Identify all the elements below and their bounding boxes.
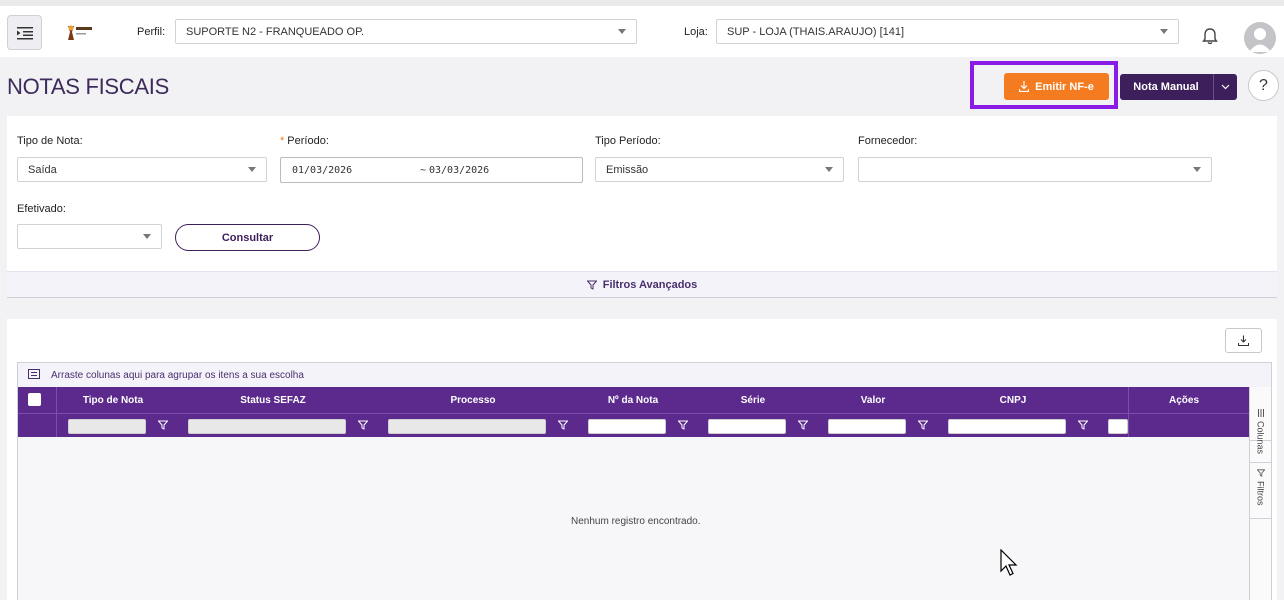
column-divider (1128, 387, 1129, 437)
fornecedor-label-text: Fornecedor (858, 135, 915, 147)
loja-value: SUP - LOJA (THAIS.ARAUJO) [141] (727, 26, 905, 38)
top-bar: Perfil: SUPORTE N2 - FRANQUEADO OP. Loja… (0, 0, 1284, 57)
column-header-valor[interactable]: Valor (818, 387, 928, 413)
column-header-status-sefaz[interactable]: Status SEFAZ (178, 387, 368, 413)
grid-filter-row (18, 413, 1249, 437)
tipo-periodo-select[interactable]: Emissão (595, 157, 844, 182)
filter-input-tipo-nota[interactable] (68, 419, 146, 434)
tipo-nota-label: Tipo de Nota: (17, 135, 83, 147)
tipo-nota-select[interactable]: Saída (17, 157, 267, 182)
filter-icon (586, 280, 597, 290)
column-divider (56, 387, 57, 437)
required-marker: * (280, 135, 285, 147)
bell-icon[interactable] (1202, 28, 1218, 48)
filter-input-cnpj[interactable] (948, 419, 1066, 434)
filter-input-numero-nota[interactable] (588, 419, 666, 434)
columns-tool-tab-label[interactable]: Colunas (1250, 387, 1271, 463)
filter-input-serie[interactable] (708, 419, 786, 434)
filter-icon[interactable] (358, 420, 368, 430)
periodo-date-range[interactable]: 01/03/2026 ~ 03/03/2026 (280, 157, 583, 183)
perfil-label: Perfil: (137, 26, 166, 38)
group-panel[interactable]: Arraste colunas aqui para agrupar os ite… (18, 363, 1271, 387)
mouse-cursor-icon (1000, 549, 1018, 576)
perfil-select[interactable]: SUPORTE N2 - FRANQUEADO OP. (175, 19, 637, 44)
filter-icon (1256, 469, 1265, 477)
periodo-separator: ~ (420, 165, 427, 176)
column-header-processo[interactable]: Processo (378, 387, 568, 413)
fornecedor-label: Fornecedor: (858, 135, 918, 147)
chevron-down-icon (1160, 29, 1168, 34)
efetivado-label-text: Efetivado (17, 203, 63, 215)
filter-icon[interactable] (798, 420, 808, 430)
chevron-down-icon (618, 29, 626, 34)
filter-input-processo[interactable] (388, 419, 546, 434)
emit-nfe-label: Emitir NF-e (1035, 80, 1094, 93)
filters-tab-label: Filtros (1255, 481, 1266, 506)
column-header-tipo-nota[interactable]: Tipo de Nota (58, 387, 168, 413)
chevron-down-icon (1193, 167, 1201, 172)
efetivado-label: Efetivado: (17, 203, 66, 215)
periodo-end[interactable]: 03/03/2026 (429, 165, 489, 176)
tipo-nota-value: Saída (28, 164, 57, 176)
filter-icon[interactable] (158, 420, 168, 430)
tipo-periodo-label-text: Tipo Período (595, 135, 658, 147)
download-icon (1238, 335, 1249, 346)
efetivado-select[interactable] (17, 224, 162, 249)
grid-side-panel: Colunas Filtros (1249, 387, 1271, 600)
results-card: Arraste colunas aqui para agrupar os ite… (7, 319, 1277, 600)
filter-input-status-sefaz[interactable] (188, 419, 346, 434)
loja-label-text: Loja (684, 26, 705, 38)
column-header-numero-nota[interactable]: Nº da Nota (578, 387, 688, 413)
filter-icon[interactable] (918, 420, 928, 430)
column-header-cnpj[interactable]: CNPJ (938, 387, 1088, 413)
logo[interactable] (64, 22, 96, 44)
data-grid: Arraste colunas aqui para agrupar os ite… (17, 362, 1272, 600)
chevron-down-icon[interactable] (1213, 74, 1237, 100)
page-title: NOTAS FISCAIS (7, 74, 169, 99)
perfil-value: SUPORTE N2 - FRANQUEADO OP. (186, 26, 365, 38)
group-hint: Arraste colunas aqui para agrupar os ite… (51, 370, 304, 381)
advanced-filters-label: Filtros Avançados (602, 278, 698, 291)
filter-icon[interactable] (1078, 420, 1088, 430)
tipo-periodo-label: Tipo Período: (595, 135, 661, 147)
chevron-down-icon (143, 234, 151, 239)
help-button[interactable]: ? (1248, 70, 1279, 101)
export-button[interactable] (1225, 328, 1262, 353)
column-header-serie[interactable]: Série (698, 387, 808, 413)
grid-header-row: Tipo de Nota Status SEFAZ Processo Nº da… (18, 387, 1249, 413)
periodo-start[interactable]: 01/03/2026 (292, 165, 352, 176)
filter-icon[interactable] (678, 420, 688, 430)
download-icon (1019, 81, 1030, 92)
filter-input-valor[interactable] (828, 419, 906, 434)
chevron-down-icon (248, 167, 256, 172)
chevron-down-icon (825, 167, 833, 172)
user-avatar-icon[interactable] (1244, 22, 1276, 54)
tipo-periodo-value: Emissão (606, 164, 649, 176)
indent-menu-icon[interactable] (7, 15, 42, 50)
consultar-button[interactable]: Consultar (175, 224, 320, 251)
select-all-checkbox[interactable] (28, 393, 41, 406)
periodo-label: * Período: (280, 135, 329, 147)
empty-message: Nenhum registro encontrado. (571, 516, 701, 527)
fornecedor-select[interactable] (858, 157, 1212, 182)
loja-label: Loja: (684, 26, 708, 38)
filter-icon[interactable] (558, 420, 568, 430)
manual-note-button[interactable]: Nota Manual (1120, 74, 1237, 100)
tipo-nota-label-text: Tipo de Nota (17, 135, 80, 147)
advanced-filters-toggle[interactable]: Filtros Avançados (7, 271, 1277, 298)
filters-panel: Tipo de Nota: Saída * Período: 01/03/2026… (7, 116, 1277, 298)
emit-nfe-button[interactable]: Emitir NF-e (1004, 73, 1109, 100)
filter-input-overflow[interactable] (1108, 419, 1128, 434)
loja-select[interactable]: SUP - LOJA (THAIS.ARAUJO) [141] (716, 19, 1179, 44)
perfil-label-text: Perfil (137, 26, 163, 38)
filters-tool-tab[interactable]: Filtros (1250, 463, 1271, 519)
periodo-label-text: Período (287, 135, 326, 147)
group-icon (28, 369, 40, 379)
manual-note-label[interactable]: Nota Manual (1120, 74, 1212, 100)
column-header-acoes[interactable]: Ações (1129, 387, 1239, 413)
grid-body: Nenhum registro encontrado. (18, 437, 1249, 600)
columns-tab-label: Colunas (1255, 421, 1266, 455)
